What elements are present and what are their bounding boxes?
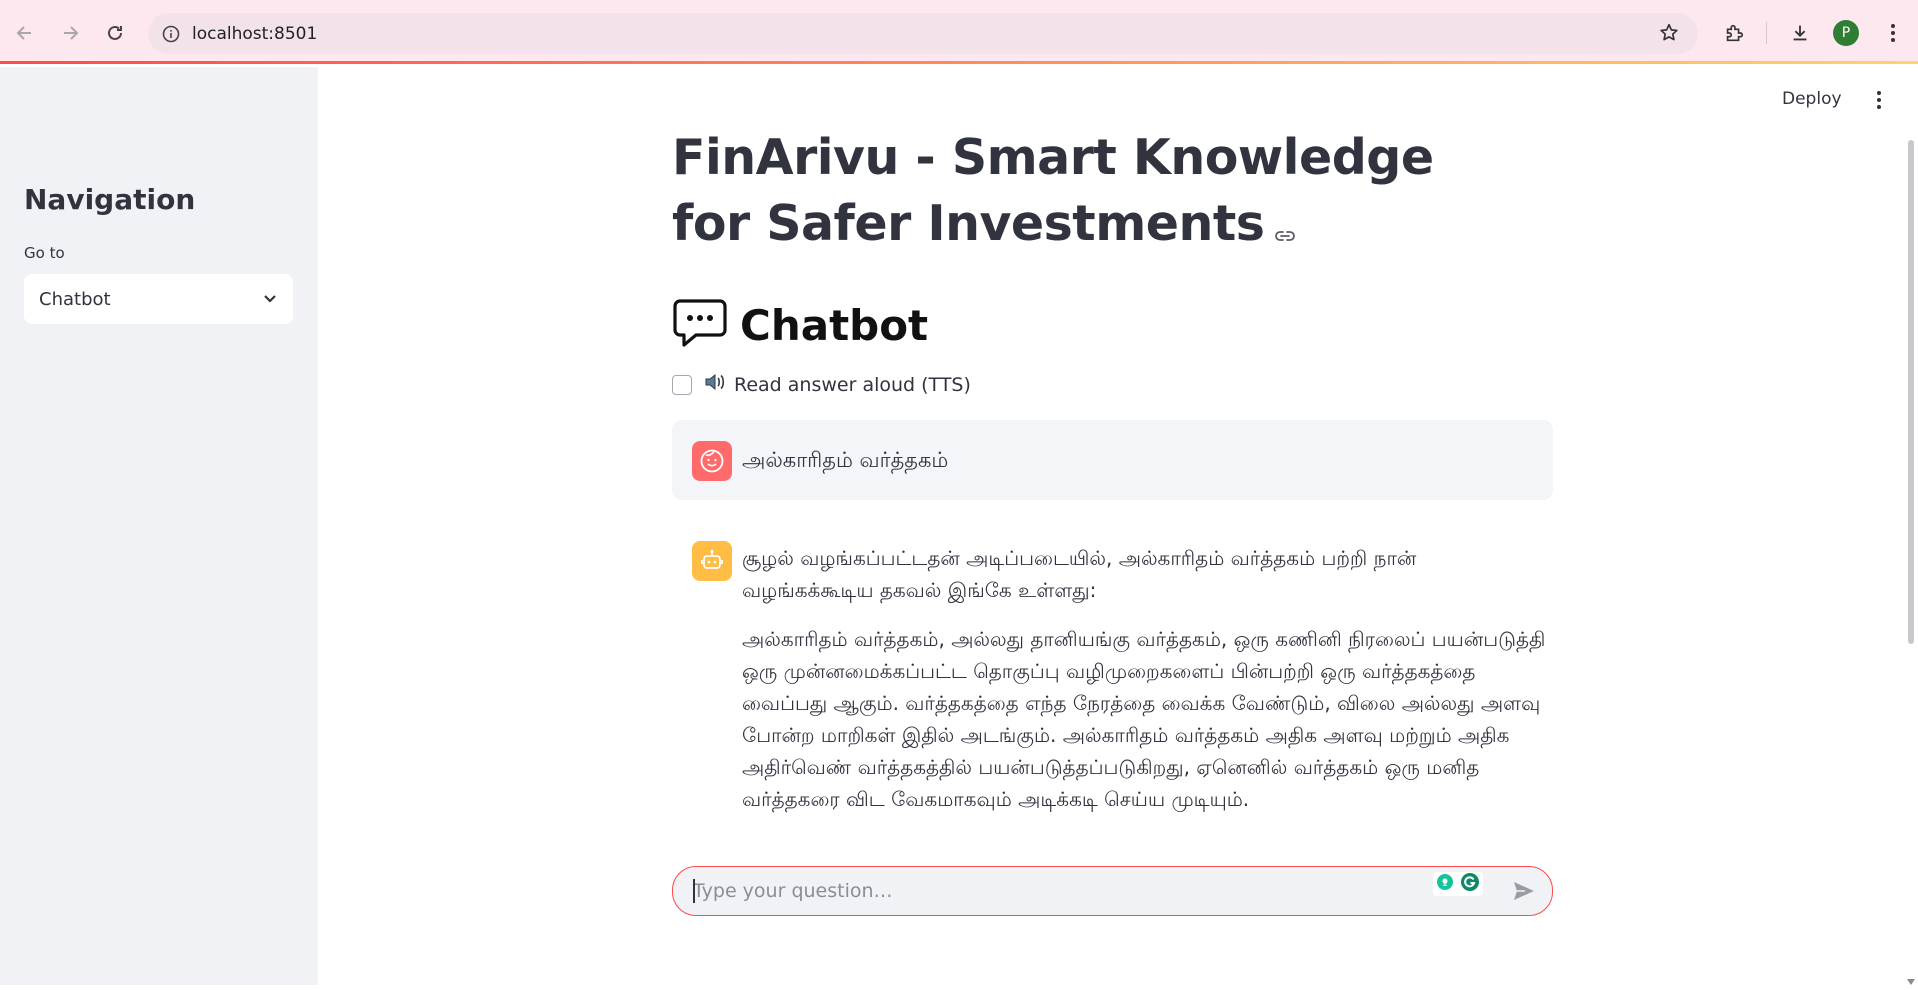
scrollbar-thumb[interactable] — [1908, 140, 1914, 644]
bulb-icon[interactable] — [1436, 873, 1454, 896]
user-message-text: அல்காரிதம் வர்த்தகம் — [742, 448, 949, 472]
smiley-face-icon — [692, 441, 732, 481]
chat-input[interactable] — [693, 877, 1393, 905]
star-icon[interactable] — [1658, 22, 1680, 49]
tts-toggle-row: Read answer aloud (TTS) — [672, 372, 971, 397]
info-icon[interactable] — [160, 23, 182, 45]
page-title-text: FinArivu - Smart Knowledge for Safer Inv… — [672, 129, 1434, 252]
link-icon[interactable] — [1274, 194, 1296, 260]
speech-bubble-icon — [672, 297, 728, 354]
robot-icon — [692, 541, 732, 581]
chat-heading: Chatbot — [672, 297, 928, 354]
send-icon — [1514, 882, 1534, 900]
send-button[interactable] — [1512, 880, 1536, 907]
select-value: Chatbot — [39, 288, 111, 310]
arrow-left-icon — [16, 26, 31, 40]
assistant-message-body: அல்காரிதம் வர்த்தகம், அல்லது தானியங்கு வ… — [742, 627, 1546, 811]
grammarly-icon[interactable] — [1460, 872, 1480, 897]
assistant-message: சூழல் வழங்கப்பட்டதன் அடிப்படையில், அல்கா… — [672, 520, 1553, 850]
reload-button[interactable] — [98, 16, 132, 50]
toolbar-divider — [1766, 22, 1767, 44]
page-select[interactable]: Chatbot — [24, 274, 293, 324]
back-button[interactable] — [8, 16, 42, 50]
app-menu-button[interactable] — [1869, 86, 1889, 114]
forward-button[interactable] — [53, 16, 87, 50]
tts-checkbox[interactable] — [672, 374, 692, 395]
tts-label-text: Read answer aloud (TTS) — [734, 373, 971, 396]
sidebar-heading: Navigation — [24, 183, 196, 216]
sidebar: Navigation Go to Chatbot — [0, 67, 318, 985]
chat-input-container — [672, 866, 1553, 916]
puzzle-icon[interactable] — [1717, 16, 1751, 50]
extension-icons — [1433, 872, 1483, 896]
url-text: localhost:8501 — [192, 23, 318, 44]
reload-icon — [108, 25, 122, 40]
address-bar[interactable]: localhost:8501 — [148, 13, 1698, 54]
scroll-down-arrow[interactable] — [1907, 972, 1915, 990]
chat-heading-text: Chatbot — [740, 301, 929, 350]
speaker-icon — [704, 372, 726, 397]
arrow-right-icon — [64, 26, 79, 40]
profile-avatar[interactable]: P — [1833, 20, 1859, 46]
deploy-button[interactable]: Deploy — [1782, 89, 1842, 109]
chevron-down-icon — [263, 292, 277, 311]
kebab-icon — [1877, 91, 1881, 109]
tts-label: Read answer aloud (TTS) — [704, 372, 971, 397]
user-message: அல்காரிதம் வர்த்தகம் — [672, 420, 1553, 500]
assistant-message-intro: சூழல் வழங்கப்பட்டதன் அடிப்படையில், அல்கா… — [742, 546, 1417, 602]
page-title: FinArivu - Smart Knowledge for Safer Inv… — [672, 125, 1492, 260]
download-icon[interactable] — [1783, 16, 1817, 50]
select-label: Go to — [24, 244, 65, 262]
browser-toolbar: localhost:8501 P — [0, 0, 1918, 64]
text-cursor — [693, 879, 695, 903]
kebab-icon[interactable] — [1876, 16, 1910, 50]
